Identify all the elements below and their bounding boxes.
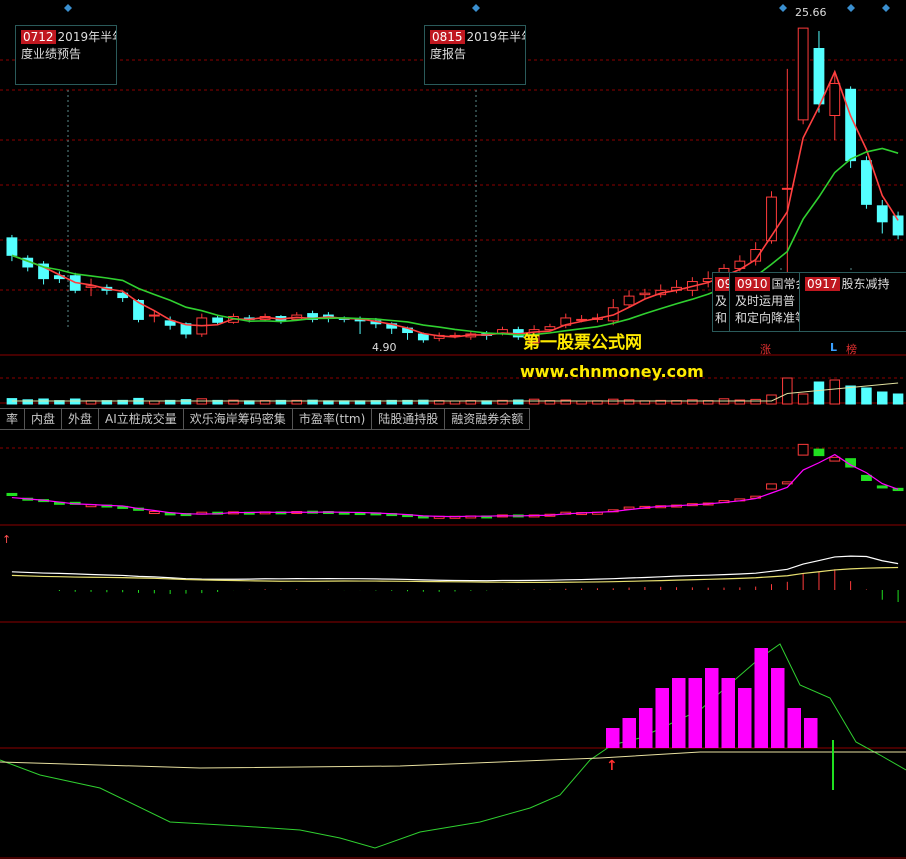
volume-bar	[180, 399, 192, 405]
volume-bar	[861, 387, 872, 405]
tab-rate[interactable]: 率	[0, 408, 26, 430]
volume-bar	[528, 398, 540, 405]
volume-bar	[750, 398, 761, 405]
event-text: 及	[715, 294, 728, 308]
indicator-bar	[721, 678, 735, 748]
indicator-candle	[876, 485, 888, 489]
event-text: 度报告	[430, 47, 467, 61]
indicator-bar	[655, 688, 669, 748]
tab-pe-ttm[interactable]: 市盈率(ttm)	[292, 408, 373, 430]
event-text: 2019年半年	[466, 30, 525, 44]
watermark-url: www.chnmoney.com	[520, 362, 704, 381]
indicator-bar	[622, 718, 636, 748]
candle-body	[212, 317, 224, 323]
candle-body	[892, 215, 904, 236]
event-text: 2019年半年	[57, 30, 116, 44]
indicator-bar	[738, 688, 752, 748]
indicator-candle	[813, 448, 825, 457]
watermark-site-name: 第一股票公式网	[523, 333, 642, 353]
indicator-candle	[829, 456, 841, 462]
candle-body	[829, 82, 841, 116]
candle-body	[781, 187, 793, 190]
badge-l[interactable]: L	[830, 341, 837, 354]
event-box-0910[interactable]: 0910国常会 及时运用普 和定向降准等	[729, 272, 801, 332]
event-text: 国常会	[771, 277, 800, 291]
indicator-candle	[766, 483, 777, 490]
candle-body	[766, 196, 777, 242]
event-date: 0917	[805, 277, 840, 291]
volume-bar	[22, 399, 33, 405]
tab-chip-density[interactable]: 欢乐海岸筹码密集	[183, 408, 293, 430]
indicator-bar	[639, 708, 653, 748]
event-text: 和	[715, 311, 728, 325]
tab-margin-balance[interactable]: 融资融券余额	[445, 408, 531, 430]
indicator-bar	[754, 648, 768, 748]
indicator-bar	[606, 728, 620, 748]
indicator-bar	[787, 708, 801, 748]
volume-bar	[892, 393, 904, 405]
event-box-0917[interactable]: 0917 股东减持	[799, 272, 906, 332]
tab-hk-connect[interactable]: 陆股通持股	[372, 408, 446, 430]
stock-chart-window: 25.664.90↑↑ 07122019年半年 度业绩预告 08152019年半…	[0, 0, 906, 859]
candle-body	[417, 333, 429, 341]
indicator-bar	[771, 668, 785, 748]
volume-bar	[829, 379, 841, 405]
volume-bar	[877, 391, 888, 405]
event-text: 度业绩预告	[21, 47, 82, 61]
event-text: 和定向降准等	[735, 311, 801, 325]
volume-bar	[797, 393, 809, 405]
candle-body	[6, 237, 18, 256]
indicator-bar	[688, 678, 702, 748]
volume-bar	[607, 398, 619, 405]
indicator-candle	[6, 492, 18, 497]
event-date: 0815	[430, 30, 465, 44]
indicator-bar	[804, 718, 818, 748]
oscillator-yellow-line	[0, 751, 906, 769]
event-diamond	[472, 4, 480, 12]
volume-bar	[687, 399, 698, 405]
low-price-label: 4.90	[372, 341, 397, 354]
event-date: 0910	[735, 277, 770, 291]
indicator-tab-bar: 率 内盘 外盘 AI立桩成交量 欢乐海岸筹码密集 市盈率(ttm) 陆股通持股 …	[0, 408, 906, 430]
candle-body	[639, 292, 651, 296]
badge-bang[interactable]: 榜	[846, 341, 857, 357]
candle-body	[876, 205, 888, 223]
event-date: 0712	[21, 30, 56, 44]
volume-bar	[782, 377, 793, 405]
event-diamond	[847, 4, 855, 12]
indicator-magenta-line	[11, 453, 899, 518]
event-text: 股东减持	[841, 277, 890, 291]
tab-outer-volume[interactable]: 外盘	[62, 408, 100, 430]
event-diamond	[64, 4, 72, 12]
candle-body	[623, 295, 635, 306]
volume-bar	[813, 381, 825, 405]
candle-body	[861, 160, 872, 205]
volume-bar	[845, 385, 856, 405]
event-diamond	[779, 4, 787, 12]
indicator-bar	[705, 668, 719, 748]
up-arrow-icon: ↑	[606, 758, 618, 774]
tab-ai-volume[interactable]: AI立桩成交量	[99, 408, 184, 430]
candle-body	[148, 314, 160, 317]
candle-body	[813, 48, 825, 105]
high-price-label: 25.66	[795, 6, 827, 19]
indicator-candle	[797, 443, 809, 456]
indicator-candle	[861, 474, 872, 481]
event-diamond	[882, 4, 890, 12]
tab-inner-volume[interactable]: 内盘	[25, 408, 63, 430]
oscillator-green-line	[0, 643, 906, 849]
volume-ma-line	[11, 382, 899, 402]
event-box-0815[interactable]: 08152019年半年 度报告	[424, 25, 526, 85]
candle-body	[797, 27, 809, 121]
event-text: 及时运用普	[735, 294, 796, 308]
badge-zhang[interactable]: 涨	[760, 341, 771, 357]
volume-bar	[623, 399, 635, 405]
indicator-candle	[148, 511, 160, 515]
event-box-0712[interactable]: 07122019年半年 度业绩预告	[15, 25, 117, 85]
indicator-bar	[672, 678, 686, 748]
up-arrow-icon: ↑	[2, 533, 11, 546]
